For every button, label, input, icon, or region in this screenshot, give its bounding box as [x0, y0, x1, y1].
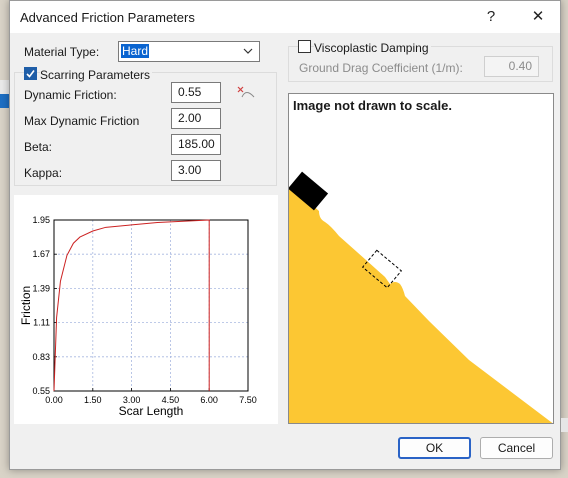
ground-drag-input[interactable]: 0.40: [484, 56, 539, 77]
ground-slope: [289, 187, 553, 423]
beta-input[interactable]: 185.00: [171, 134, 221, 155]
x-tick-label: 7.50: [239, 395, 257, 405]
beta-label: Beta:: [24, 140, 53, 154]
friction-chart-panel: 0.00 1.50 3.00 4.50 6.00 7.50 0.55 0.83 1.11 1.39…: [14, 195, 278, 424]
y-tick-label: 0.55: [32, 386, 50, 396]
plot-frame: [53, 219, 249, 392]
friction-chart: 0.00 1.50 3.00 4.50 6.00 7.500.550.831.111.39…: [19, 215, 257, 418]
max-dynamic-friction-input[interactable]: 2.00: [171, 108, 221, 129]
viscoplastic-checkbox[interactable]: [298, 40, 311, 53]
title-bar: Advanced Friction Parameters ? ✕: [10, 1, 560, 33]
slope-illustration-panel: Image not drawn to scale.: [288, 93, 554, 424]
y-axis-label: Friction: [19, 286, 33, 325]
cancel-button[interactable]: Cancel: [480, 437, 553, 459]
dynamic-friction-label: Dynamic Friction:: [24, 88, 117, 102]
ground-drag-label: Ground Drag Coefficient (1/m):: [299, 61, 463, 75]
kappa-input[interactable]: 3.00: [171, 160, 221, 181]
y-tick-label: 1.67: [32, 249, 50, 259]
background-app-strip-right: [561, 418, 568, 432]
scarring-checkbox[interactable]: [24, 67, 37, 80]
scarring-label: Scarring Parameters: [40, 68, 153, 82]
x-tick-label: 6.00: [200, 395, 218, 405]
dynamic-friction-input[interactable]: 0.55: [171, 82, 221, 103]
kappa-label: Kappa:: [24, 166, 63, 180]
help-button[interactable]: ?: [473, 5, 509, 29]
advanced-friction-dialog: Advanced Friction Parameters ? ✕ Materia…: [9, 0, 561, 470]
material-type-value: Hard: [121, 44, 150, 58]
slope-illustration: [289, 171, 553, 423]
ok-button[interactable]: OK: [398, 437, 471, 459]
material-type-label: Material Type:: [24, 45, 100, 59]
scar-curve-icon: [236, 85, 256, 102]
x-tick-label: 0.00: [45, 395, 63, 405]
y-tick-label: 1.39: [32, 283, 50, 293]
max-dynamic-friction-label: Max Dynamic Friction: [24, 114, 140, 128]
chevron-down-icon: [243, 42, 253, 68]
x-axis-label: Scar Length: [119, 404, 184, 418]
dialog-title: Advanced Friction Parameters: [20, 10, 195, 25]
close-button[interactable]: ✕: [520, 5, 556, 29]
viscoplastic-label: Viscoplastic Damping: [314, 41, 431, 55]
y-tick-label: 1.95: [32, 215, 50, 225]
x-tick-label: 1.50: [84, 395, 102, 405]
material-type-select[interactable]: Hard: [118, 41, 260, 62]
y-tick-label: 0.83: [32, 352, 50, 362]
y-tick-label: 1.11: [33, 318, 50, 328]
